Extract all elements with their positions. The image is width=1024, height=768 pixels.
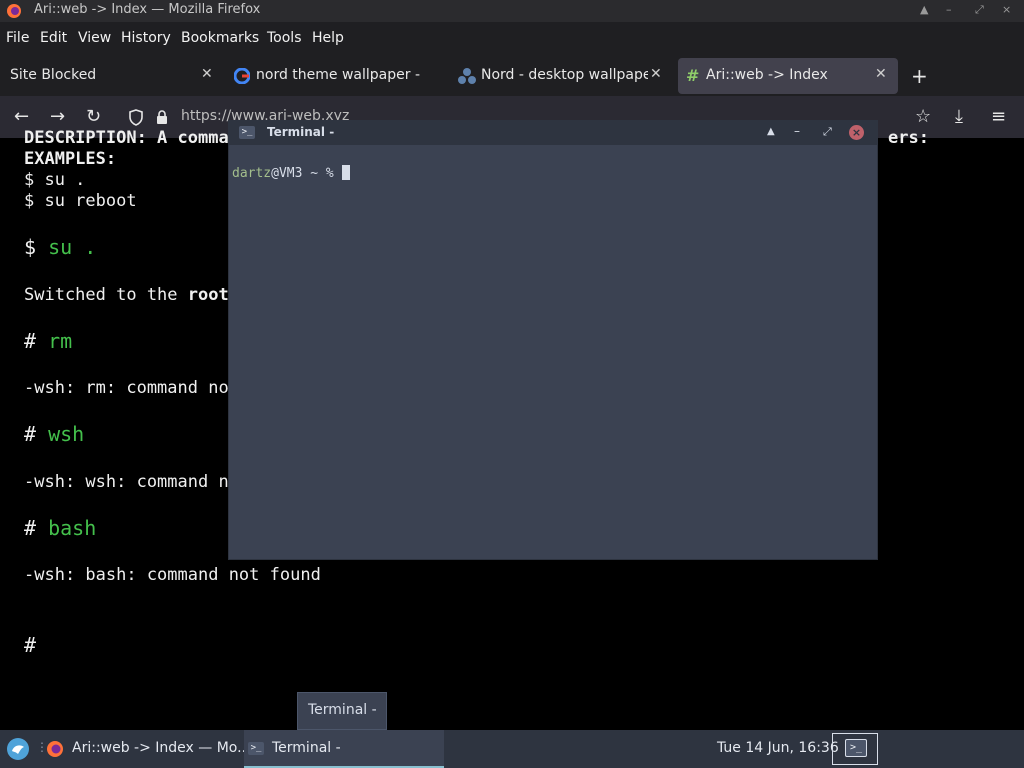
tab-nord-theme-wallpaper[interactable]: nord theme wallpaper - G bbox=[226, 58, 450, 94]
new-tab-icon[interactable]: + bbox=[911, 64, 928, 88]
close-tab-icon[interactable]: ✕ bbox=[650, 66, 662, 82]
command-text: rm bbox=[48, 329, 73, 353]
command-line: # wsh bbox=[24, 422, 84, 446]
prompt-symbol: $ bbox=[24, 235, 37, 259]
command-line: $ su . bbox=[24, 235, 96, 259]
description-line-tail: ers: bbox=[888, 128, 929, 148]
taskbar-item-terminal[interactable]: >_ Terminal - bbox=[244, 730, 444, 768]
prompt-symbol: # bbox=[24, 633, 37, 657]
shade-window-icon[interactable]: ▲ bbox=[767, 126, 775, 137]
close-tab-icon[interactable]: ✕ bbox=[201, 66, 213, 82]
shade-window-icon[interactable]: ▲ bbox=[920, 3, 928, 16]
window-titlebar: Ari::web -> Index — Mozilla Firefox ▲ – … bbox=[0, 0, 1024, 22]
hash-icon: # bbox=[686, 66, 700, 85]
terminal-app-icon: >_ bbox=[845, 739, 867, 757]
downloads-icon[interactable]: ⤓ bbox=[955, 106, 963, 127]
menu-tools[interactable]: Tools bbox=[267, 30, 302, 46]
terminal-cursor bbox=[341, 165, 350, 180]
nord-icon bbox=[458, 68, 476, 84]
terminal-app-icon: >_ bbox=[239, 126, 255, 139]
terminal-prompt[interactable]: dartz@VM3 ~ % bbox=[232, 165, 350, 181]
tab-ari-web-index[interactable]: # Ari::web -> Index ✕ bbox=[678, 58, 898, 94]
reload-icon[interactable]: ↻ bbox=[86, 106, 101, 127]
prompt-host: @VM3 bbox=[271, 166, 303, 181]
description-line: DESCRIPTION: A comma bbox=[24, 128, 229, 148]
examples-heading: EXAMPLES: bbox=[24, 149, 117, 169]
prompt-symbol: # bbox=[24, 422, 37, 446]
command-text: wsh bbox=[48, 422, 85, 446]
minimize-window-icon[interactable]: – bbox=[794, 124, 800, 138]
close-window-icon[interactable]: × bbox=[849, 125, 864, 140]
back-icon[interactable]: ← bbox=[14, 106, 29, 127]
tab-label: nord theme wallpaper - G bbox=[256, 67, 421, 83]
close-tab-icon[interactable]: ✕ bbox=[875, 66, 887, 82]
terminal-window[interactable]: >_ Terminal - ▲ – ⤢ × dartz@VM3 ~ % bbox=[228, 120, 878, 560]
terminal-app-icon: >_ bbox=[248, 742, 264, 755]
menu-hamburger-icon[interactable]: ≡ bbox=[991, 106, 1006, 127]
tooltip-text: Terminal - bbox=[308, 702, 377, 718]
lock-icon[interactable] bbox=[155, 109, 169, 126]
menu-history[interactable]: History bbox=[121, 30, 171, 46]
command-text: su . bbox=[48, 235, 97, 259]
tab-site-blocked[interactable]: Site Blocked ✕ bbox=[0, 58, 224, 94]
command-line: # rm bbox=[24, 329, 72, 353]
taskbar-tooltip: Terminal - bbox=[297, 692, 387, 730]
window-title: Ari::web -> Index — Mozilla Firefox bbox=[34, 2, 261, 17]
firefox-icon bbox=[47, 741, 63, 757]
bookmark-star-icon[interactable]: ☆ bbox=[915, 106, 931, 127]
minimize-window-icon[interactable]: – bbox=[946, 3, 952, 16]
menu-file[interactable]: File bbox=[6, 30, 29, 46]
maximize-window-icon[interactable]: ⤢ bbox=[975, 3, 984, 17]
tab-label: Site Blocked bbox=[10, 67, 97, 83]
terminal-titlebar[interactable]: >_ Terminal - ▲ – ⤢ × bbox=[229, 121, 877, 145]
firefox-icon bbox=[7, 4, 21, 18]
command-input-line[interactable]: # bbox=[24, 633, 48, 657]
clock[interactable]: Tue 14 Jun, 16:36 bbox=[717, 740, 839, 756]
forward-icon[interactable]: → bbox=[50, 106, 65, 127]
menu-bar: File Edit View History Bookmarks Tools H… bbox=[0, 22, 1024, 54]
taskbar-item-label: Terminal - bbox=[272, 740, 341, 756]
prompt-symbol: # bbox=[24, 516, 37, 540]
menu-view[interactable]: View bbox=[78, 30, 111, 46]
shield-icon[interactable] bbox=[128, 109, 144, 126]
tab-label: Ari::web -> Index bbox=[706, 67, 828, 83]
app-menu-icon[interactable] bbox=[6, 737, 30, 761]
menu-edit[interactable]: Edit bbox=[40, 30, 67, 46]
command-text: bash bbox=[48, 516, 97, 540]
taskbar-item-firefox[interactable]: Ari::web -> Index — Mo... bbox=[44, 730, 250, 768]
taskbar-item-label: Ari::web -> Index — Mo... bbox=[72, 740, 251, 756]
example-line: $ su . bbox=[24, 170, 86, 190]
close-window-icon[interactable]: × bbox=[1002, 3, 1011, 16]
output-line: Switched to the root bbox=[24, 285, 229, 305]
terminal-title: Terminal - bbox=[267, 125, 335, 139]
prompt-symbol: # bbox=[24, 329, 37, 353]
prompt-suffix: ~ % bbox=[302, 166, 342, 181]
tab-bar: Site Blocked ✕ nord theme wallpaper - G … bbox=[0, 54, 1024, 96]
prompt-user: dartz bbox=[232, 166, 272, 181]
command-line: # bash bbox=[24, 516, 96, 540]
output-line: -wsh: rm: command no bbox=[24, 378, 229, 398]
google-icon bbox=[234, 68, 250, 84]
output-line: -wsh: bash: command not found bbox=[24, 565, 321, 585]
example-line: $ su reboot bbox=[24, 191, 137, 211]
tab-nord-desktop-wallpaper[interactable]: Nord - desktop wallpaper ✕ bbox=[452, 58, 674, 94]
menu-bookmarks[interactable]: Bookmarks bbox=[181, 30, 259, 46]
taskbar: ⋮ Ari::web -> Index — Mo... >_ Terminal … bbox=[0, 730, 1024, 768]
menu-help[interactable]: Help bbox=[312, 30, 344, 46]
output-line: -wsh: wsh: command n bbox=[24, 472, 229, 492]
tab-label: Nord - desktop wallpaper bbox=[481, 67, 648, 83]
tray-terminal-button[interactable]: >_ bbox=[832, 733, 878, 765]
maximize-window-icon[interactable]: ⤢ bbox=[823, 125, 832, 139]
